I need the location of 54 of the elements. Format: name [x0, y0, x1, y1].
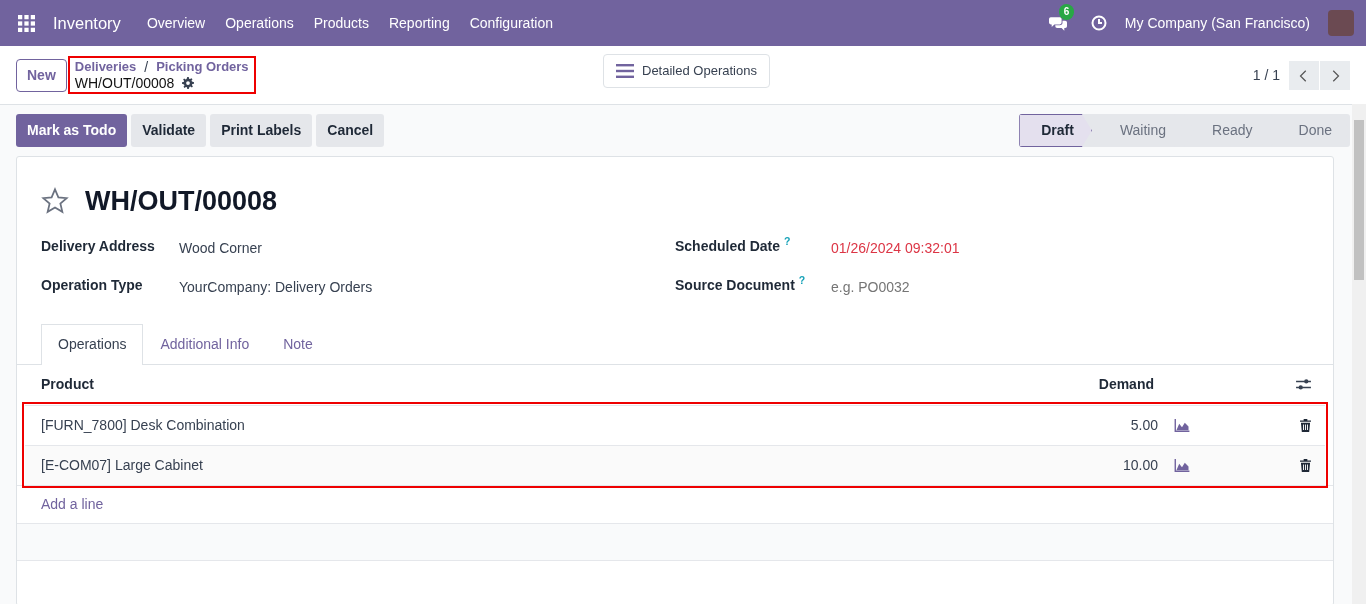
help-tooltip-icon[interactable]: ?	[798, 274, 806, 287]
column-header: Demand	[1098, 375, 1154, 394]
menu-item[interactable]: Configuration	[459, 12, 563, 34]
add-line-link[interactable]: Add a line	[41, 493, 104, 515]
breadcrumb-separator: /	[144, 59, 149, 75]
product-cell[interactable]: [E-COM07] Large Cabinet	[41, 454, 1123, 476]
scrollbar[interactable]	[1352, 104, 1366, 604]
pager-previous-button[interactable]	[1289, 60, 1319, 90]
app-name[interactable]: Inventory	[47, 9, 127, 37]
action-button[interactable]: Print Labels	[210, 114, 313, 147]
breadcrumb-link[interactable]: Deliveries	[74, 59, 137, 75]
trash-icon[interactable]	[1300, 418, 1311, 432]
company-switcher[interactable]: My Company (San Francisco)	[1114, 12, 1320, 34]
action-button[interactable]: Mark as Todo	[16, 114, 128, 147]
detailed-operations-button[interactable]: Detailed Operations	[603, 54, 770, 88]
field-label: Source Document	[675, 276, 795, 293]
status-step[interactable]: Draft	[1019, 114, 1092, 147]
clock-icon[interactable]	[1090, 15, 1107, 31]
field-value[interactable]: 01/26/2024 09:32:01	[831, 237, 960, 259]
star-icon[interactable]	[41, 187, 69, 216]
field-value[interactable]: YourCompany: Delivery Orders	[179, 276, 373, 298]
record-name: WH/OUT/00008	[74, 75, 175, 91]
action-button[interactable]: Cancel	[316, 114, 385, 147]
record-title: WH/OUT/00008	[85, 185, 278, 218]
area-chart-icon[interactable]	[1174, 459, 1190, 473]
field-label: Operation Type	[41, 276, 143, 293]
field-value[interactable]: Wood Corner	[179, 237, 262, 259]
pager-value: 1 / 1	[1252, 65, 1280, 85]
column-settings-icon[interactable]	[1296, 378, 1311, 391]
message-count-badge: 6	[1058, 3, 1075, 20]
menu-item[interactable]: Operations	[215, 12, 304, 34]
form-tab[interactable]: Additional Info	[143, 323, 267, 364]
help-tooltip-icon[interactable]: ?	[784, 235, 791, 248]
form-tab[interactable]: Note	[266, 323, 330, 364]
area-chart-icon[interactable]	[1174, 419, 1190, 433]
list-icon	[616, 63, 634, 78]
trash-icon[interactable]	[1300, 458, 1311, 472]
field-label: Delivery Address	[41, 237, 155, 254]
breadcrumb-link[interactable]: Picking Orders	[156, 59, 249, 75]
menu-item[interactable]: Reporting	[378, 12, 460, 34]
column-header: Product	[41, 375, 95, 394]
menu-item[interactable]: Overview	[136, 12, 216, 34]
demand-cell[interactable]: 5.00	[1130, 414, 1158, 436]
product-cell[interactable]: [FURN_7800] Desk Combination	[41, 414, 1131, 436]
menu-item[interactable]: Products	[303, 12, 379, 34]
field-label: Scheduled Date	[675, 237, 781, 254]
form-tab[interactable]: Operations	[41, 323, 144, 365]
new-button[interactable]: New	[16, 58, 67, 92]
apps-grid-icon[interactable]	[18, 14, 35, 32]
chat-icon[interactable]	[1048, 16, 1067, 32]
demand-cell[interactable]: 10.00	[1122, 454, 1158, 476]
pager-next-button[interactable]	[1320, 60, 1350, 90]
gear-icon[interactable]	[182, 77, 195, 89]
action-button[interactable]: Validate	[131, 114, 207, 147]
